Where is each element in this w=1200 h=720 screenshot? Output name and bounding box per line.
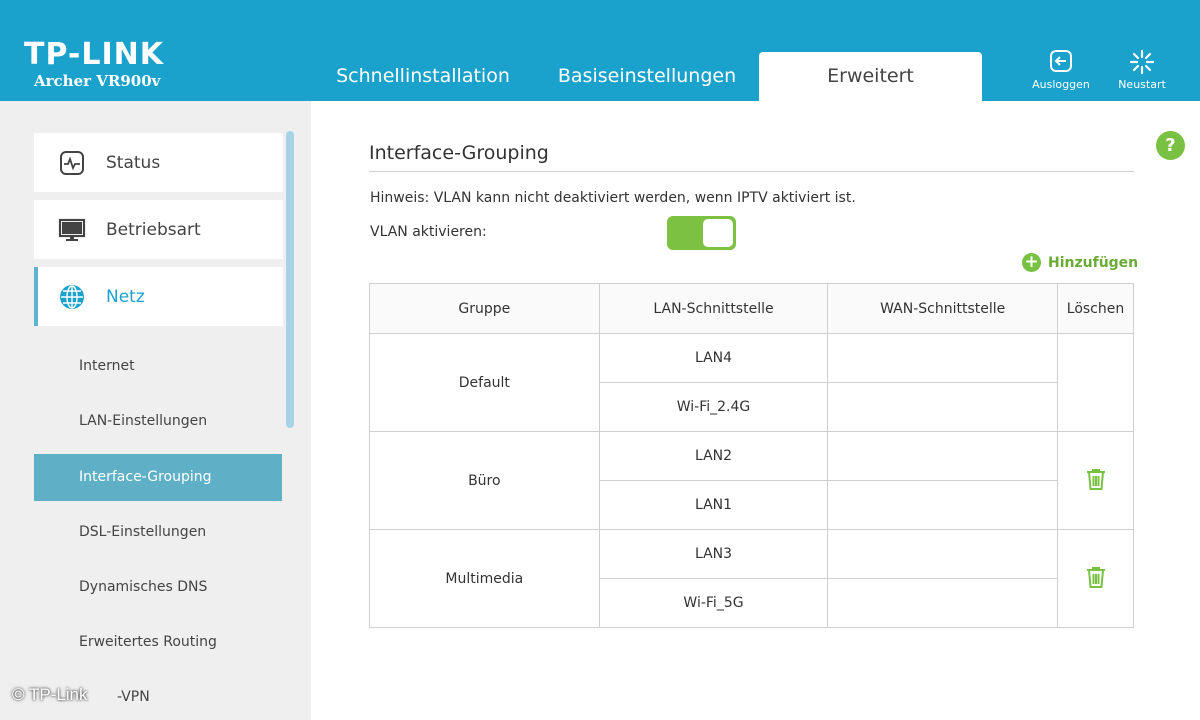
tab-schnellinstallation[interactable]: Schnellinstallation: [318, 52, 528, 101]
sidebar-subitem-vpn[interactable]: -VPN: [117, 689, 150, 705]
lan-interface-cell: Wi-Fi_5G: [598, 578, 829, 628]
sidebar-item-netz[interactable]: Netz: [34, 267, 283, 326]
logout-label: Ausloggen: [1032, 78, 1090, 91]
lan-interface-cell: Wi-Fi_2.4G: [598, 382, 829, 432]
restart-icon: [1107, 48, 1177, 76]
trash-icon[interactable]: [1085, 467, 1107, 495]
sidebar-subitem-erweitertes-routing[interactable]: Erweitertes Routing: [34, 619, 282, 666]
logout-icon: [1026, 48, 1096, 76]
toggle-knob: [703, 219, 733, 247]
copyright-watermark: © TP-Link: [12, 685, 88, 704]
restart-button[interactable]: Neustart: [1107, 48, 1177, 91]
wan-interface-cell: [827, 382, 1059, 432]
wan-interface-cell: [827, 333, 1059, 383]
sidebar-subitem-dynamisches-dns[interactable]: Dynamisches DNS: [34, 564, 282, 611]
help-button[interactable]: ?: [1156, 131, 1185, 160]
sidebar-scrollbar[interactable]: [286, 131, 294, 428]
sidebar-subitem-lan-einstellungen[interactable]: LAN-Einstellungen: [34, 398, 282, 445]
wan-interface-cell: [827, 578, 1059, 628]
wan-interface-cell: [827, 529, 1059, 579]
title-divider: [369, 171, 1134, 172]
vlan-hint-text: Hinweis: VLAN kann nicht deaktiviert wer…: [370, 190, 856, 206]
column-header-lan: LAN-Schnittstelle: [598, 283, 829, 334]
restart-label: Neustart: [1118, 78, 1166, 91]
group-name-cell: Multimedia: [369, 529, 600, 628]
model-name: Archer VR900v: [34, 72, 161, 90]
delete-cell: [1057, 529, 1134, 628]
table-row: Multimedia LAN3: [369, 529, 1134, 628]
column-header-loeschen: Löschen: [1057, 283, 1134, 334]
sidebar-item-betriebsart[interactable]: Betriebsart: [34, 200, 283, 259]
table-row: Büro LAN2: [369, 431, 1134, 530]
tab-erweitert[interactable]: Erweitert: [759, 52, 982, 101]
table-header-row: Gruppe LAN-Schnittstelle WAN-Schnittstel…: [369, 283, 1134, 334]
trash-icon[interactable]: [1085, 565, 1107, 593]
sidebar-item-status[interactable]: Status: [34, 133, 283, 192]
group-name-cell: Büro: [369, 431, 600, 530]
interface-group-table: Gruppe LAN-Schnittstelle WAN-Schnittstel…: [369, 283, 1134, 628]
sidebar-item-label: Netz: [106, 286, 145, 307]
table-row: Default LAN4: [369, 333, 1134, 432]
tab-basiseinstellungen[interactable]: Basiseinstellungen: [540, 52, 754, 101]
globe-icon: [58, 283, 86, 311]
sidebar-subitem-interface-grouping[interactable]: Interface-Grouping: [34, 454, 282, 501]
plus-circle-icon: +: [1022, 253, 1041, 272]
logout-button[interactable]: Ausloggen: [1026, 48, 1096, 91]
page-title: Interface-Grouping: [369, 142, 549, 164]
vlan-toggle-label: VLAN aktivieren:: [370, 224, 487, 240]
top-header: TP-LINK Archer VR900v Schnellinstallatio…: [0, 0, 1200, 101]
delete-cell: [1057, 333, 1134, 432]
sidebar-subitem-internet[interactable]: Internet: [34, 343, 282, 390]
brand-logo: TP-LINK: [24, 37, 165, 72]
monitor-icon: [58, 216, 86, 244]
lan-interface-cell: LAN3: [598, 529, 829, 579]
lan-interface-cell: LAN1: [598, 480, 829, 530]
column-header-wan: WAN-Schnittstelle: [827, 283, 1059, 334]
add-group-label: Hinzufügen: [1048, 254, 1139, 271]
lan-interface-cell: LAN4: [598, 333, 829, 383]
delete-cell: [1057, 431, 1134, 530]
sidebar-item-label: Status: [106, 152, 161, 173]
wan-interface-cell: [827, 480, 1059, 530]
lan-interface-cell: LAN2: [598, 431, 829, 481]
group-name-cell: Default: [369, 333, 600, 432]
sidebar-item-label: Betriebsart: [106, 219, 201, 240]
column-header-gruppe: Gruppe: [369, 283, 600, 334]
pulse-monitor-icon: [58, 149, 86, 177]
sidebar-subitem-dsl-einstellungen[interactable]: DSL-Einstellungen: [34, 509, 282, 556]
wan-interface-cell: [827, 431, 1059, 481]
add-group-button[interactable]: + Hinzufügen: [1022, 253, 1138, 272]
vlan-toggle[interactable]: [667, 216, 736, 250]
